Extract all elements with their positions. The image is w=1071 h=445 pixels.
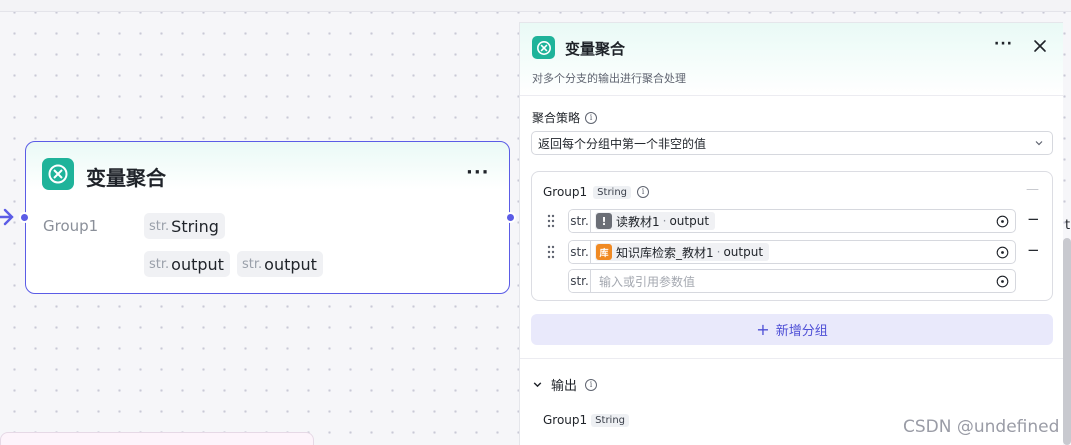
group-header: Group1 String i bbox=[543, 185, 650, 199]
group-name: Group1 bbox=[543, 185, 588, 199]
info-icon[interactable]: i bbox=[637, 186, 650, 198]
panel-header: 变量聚合 ··· 对多个分支的输出进行聚合处理 bbox=[520, 23, 1063, 96]
section-divider bbox=[520, 358, 1063, 359]
ref-placeholder: 输入或引用参数值 bbox=[599, 274, 696, 289]
group-ref-empty-input[interactable]: str. 输入或引用参数值 bbox=[568, 269, 1016, 293]
info-icon[interactable]: i bbox=[585, 111, 598, 124]
node-group-name: Group1 bbox=[43, 217, 99, 235]
tag-prefix: str. bbox=[242, 256, 263, 272]
output-group-name: Group1 bbox=[543, 413, 588, 427]
ref-variable-chip[interactable]: ! 读教材1 · output bbox=[595, 212, 716, 230]
scrollbar[interactable] bbox=[1063, 238, 1071, 445]
knowledge-base-icon: 库 bbox=[596, 244, 612, 260]
group-type-badge: String bbox=[593, 185, 632, 199]
ref-type-prefix: str. bbox=[569, 241, 591, 263]
ref-remove-button[interactable]: − bbox=[1027, 241, 1040, 259]
variable-aggregate-icon bbox=[42, 158, 74, 190]
drag-handle-icon[interactable] bbox=[546, 214, 556, 228]
node-more-button[interactable]: ··· bbox=[466, 162, 490, 183]
node-settings-panel: 变量聚合 ··· 对多个分支的输出进行聚合处理 聚合策略 i 返回每个分组中第一… bbox=[519, 22, 1063, 445]
panel-title: 变量聚合 bbox=[565, 40, 626, 58]
drag-handle-icon[interactable] bbox=[546, 245, 556, 259]
group-ref-input[interactable]: str. 库 知识库检索_教材1 · output bbox=[568, 240, 1016, 264]
tag-label: String bbox=[171, 216, 219, 236]
node-group-type-tag: str. String bbox=[144, 213, 225, 239]
canvas-top-strip bbox=[0, 0, 1071, 12]
ref-source-name: 知识库检索_教材1 bbox=[616, 245, 714, 260]
group-remove-button[interactable]: — bbox=[1026, 182, 1039, 197]
output-row: Group1 String bbox=[543, 413, 630, 427]
ref-type-prefix: str. bbox=[569, 210, 591, 232]
panel-description: 对多个分支的输出进行聚合处理 bbox=[532, 72, 686, 85]
watermark: CSDN @undefined bbox=[903, 417, 1060, 437]
strategy-selected-value: 返回每个分组中第一个非空的值 bbox=[538, 136, 707, 151]
node-output-port[interactable] bbox=[505, 212, 516, 223]
node-value-tag: str. output bbox=[237, 251, 323, 277]
chevron-down-icon bbox=[1035, 141, 1043, 146]
strategy-label: 聚合策略 i bbox=[532, 109, 598, 126]
tag-label: output bbox=[264, 254, 317, 274]
node-value-tag: str. output bbox=[144, 251, 230, 277]
variable-aggregate-icon bbox=[532, 36, 555, 59]
target-icon[interactable] bbox=[996, 275, 1009, 288]
add-group-button[interactable]: + 新增分组 bbox=[531, 314, 1053, 345]
ref-type-prefix: str. bbox=[569, 270, 591, 292]
arrow-right-icon bbox=[0, 208, 14, 226]
close-icon[interactable] bbox=[1030, 36, 1050, 56]
strategy-select[interactable]: 返回每个分组中第一个非空的值 bbox=[531, 131, 1053, 155]
ref-variable-chip[interactable]: 库 知识库检索_教材1 · output bbox=[595, 243, 770, 261]
offscreen-edge-text: t bbox=[1065, 218, 1071, 233]
target-icon[interactable] bbox=[996, 215, 1009, 228]
chevron-down-icon bbox=[533, 382, 542, 388]
llm-node-icon: ! bbox=[596, 213, 612, 229]
ref-remove-button[interactable]: − bbox=[1027, 210, 1040, 228]
tag-prefix: str. bbox=[149, 256, 170, 272]
tag-prefix: str. bbox=[149, 218, 170, 234]
plus-icon: + bbox=[756, 320, 770, 339]
add-group-label: 新增分组 bbox=[775, 324, 828, 339]
ref-variable-name: output bbox=[723, 245, 764, 259]
output-section-header[interactable]: 输出 i bbox=[532, 375, 598, 394]
output-label: 输出 bbox=[551, 379, 578, 394]
node-title: 变量聚合 bbox=[86, 166, 166, 190]
strategy-label-text: 聚合策略 bbox=[532, 111, 581, 125]
panel-more-button[interactable]: ··· bbox=[994, 36, 1013, 52]
output-type-badge: String bbox=[591, 413, 630, 427]
group-card: Group1 String i — str. ! 读教材1 · output − bbox=[531, 171, 1053, 301]
node-input-port[interactable] bbox=[19, 212, 30, 223]
partial-canvas-node[interactable] bbox=[0, 432, 314, 445]
info-icon[interactable]: i bbox=[585, 378, 598, 391]
tag-label: output bbox=[171, 254, 224, 274]
group-ref-input[interactable]: str. ! 读教材1 · output bbox=[568, 209, 1016, 233]
variable-aggregate-node[interactable]: 变量聚合 ··· Group1 str. String str. output … bbox=[19, 141, 516, 294]
ref-source-name: 读教材1 bbox=[616, 214, 660, 229]
ref-variable-name: output bbox=[669, 214, 710, 228]
target-icon[interactable] bbox=[996, 246, 1009, 259]
